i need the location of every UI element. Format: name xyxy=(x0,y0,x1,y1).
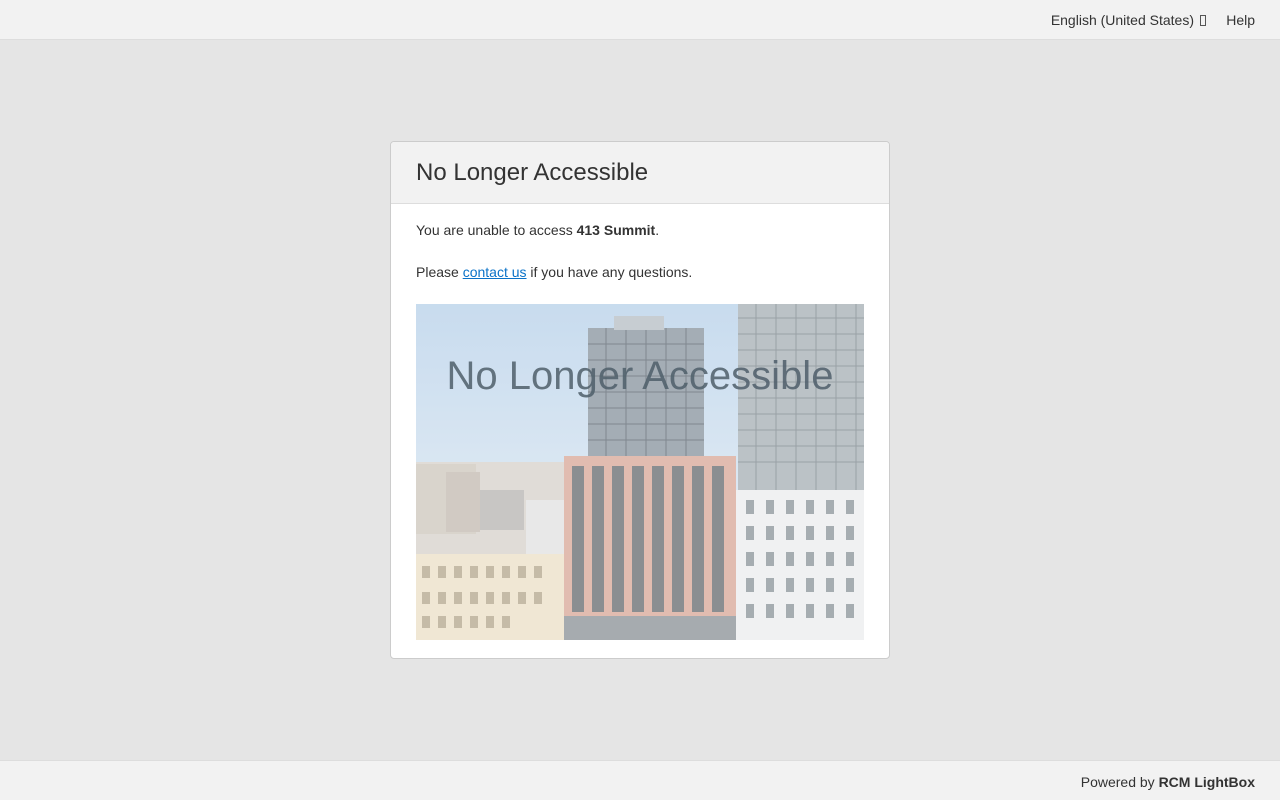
access-message-prefix: You are unable to access xyxy=(416,222,577,238)
powered-by: Powered by RCM LightBox xyxy=(1081,774,1255,790)
image-overlay-text: No Longer Accessible xyxy=(446,354,834,398)
contact-message: Please contact us if you have any questi… xyxy=(416,263,864,281)
help-link[interactable]: Help xyxy=(1226,12,1255,28)
card-body: You are unable to access 413 Summit. Ple… xyxy=(391,204,889,640)
page-title: No Longer Accessible xyxy=(416,158,649,186)
brand-name: RCM LightBox xyxy=(1158,774,1255,790)
contact-us-link[interactable]: contact us xyxy=(463,264,527,280)
powered-by-prefix: Powered by xyxy=(1080,774,1159,790)
card-header: No Longer Accessible xyxy=(391,142,889,204)
top-bar: English (United States) Help xyxy=(0,0,1280,40)
language-label: English (United States) xyxy=(1050,12,1194,28)
contact-suffix: if you have any questions. xyxy=(526,264,693,280)
project-image: No Longer Accessible xyxy=(416,304,864,640)
language-selector[interactable]: English (United States) xyxy=(1051,12,1206,28)
access-card: No Longer Accessible You are unable to a… xyxy=(390,141,890,659)
chevron-down-icon xyxy=(1200,14,1206,26)
project-name: 413 Summit xyxy=(576,222,656,238)
footer: Powered by RCM LightBox xyxy=(0,760,1280,800)
access-message: You are unable to access 413 Summit. xyxy=(416,221,864,239)
contact-prefix: Please xyxy=(416,264,463,280)
access-message-suffix: . xyxy=(655,222,660,238)
